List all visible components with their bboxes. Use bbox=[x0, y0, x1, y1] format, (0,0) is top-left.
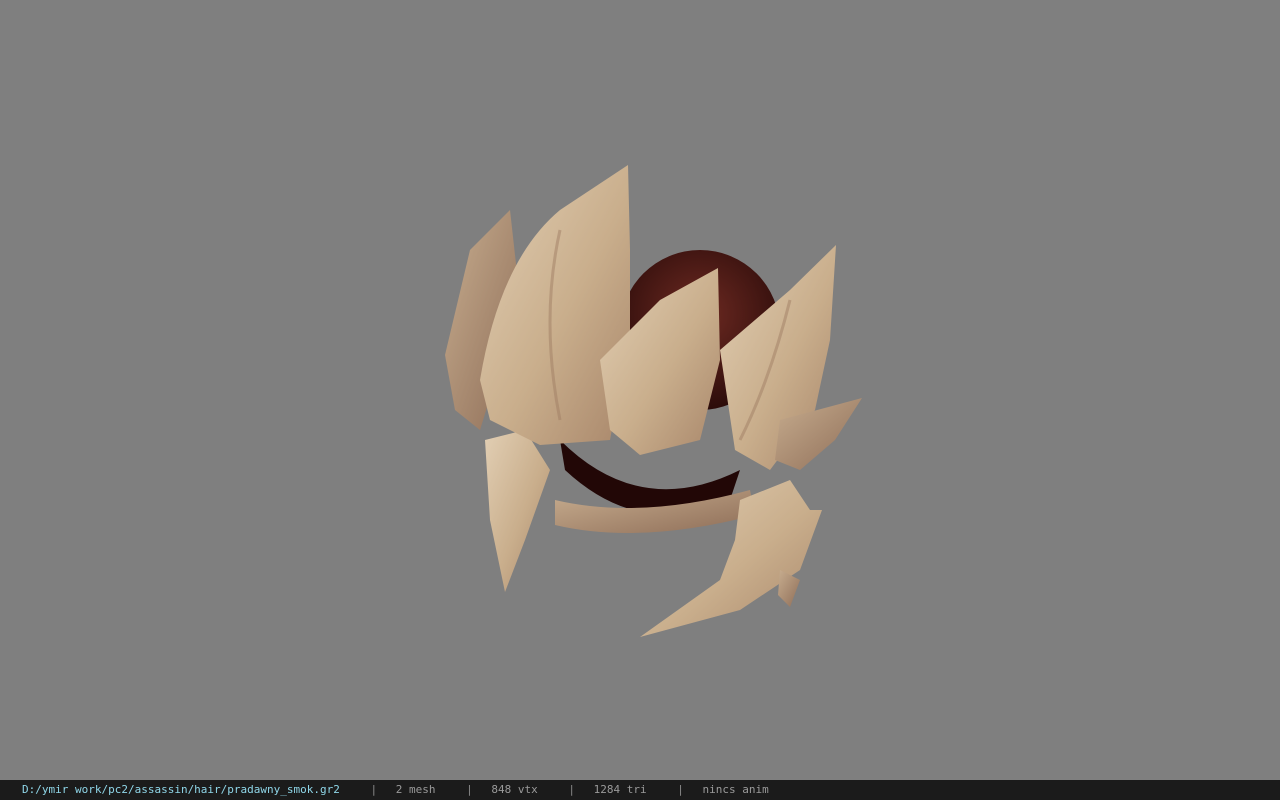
left-fang bbox=[485, 430, 550, 592]
3d-viewport[interactable] bbox=[0, 0, 1280, 780]
separator: | bbox=[677, 783, 684, 796]
animation-status: nincs anim bbox=[702, 783, 769, 796]
separator: | bbox=[370, 783, 378, 796]
status-bar: D:/ymir work/pc2/assassin/hair/pradawny_… bbox=[0, 780, 1280, 800]
spiked-helmet-model[interactable] bbox=[0, 0, 1280, 780]
file-path: D:/ymir work/pc2/assassin/hair/pradawny_… bbox=[22, 783, 340, 796]
right-hook-tip bbox=[778, 570, 800, 607]
separator: | bbox=[568, 783, 575, 796]
separator: | bbox=[466, 783, 473, 796]
mesh-count: 2 mesh bbox=[395, 783, 436, 796]
triangle-count: 1284 tri bbox=[593, 783, 647, 796]
vertex-count: 848 vtx bbox=[491, 783, 538, 796]
